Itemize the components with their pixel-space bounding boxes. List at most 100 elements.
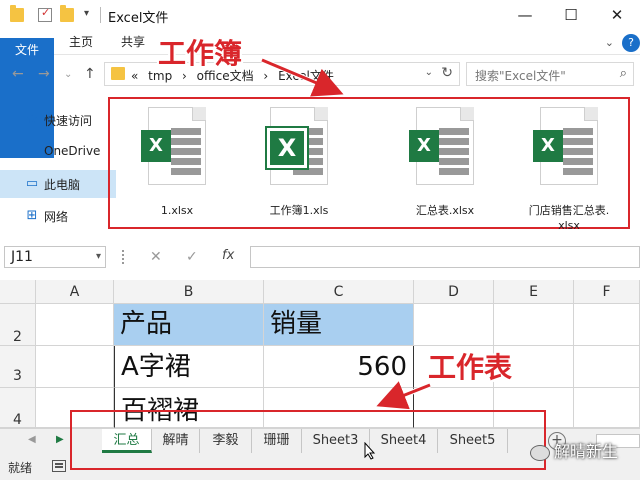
mouse-cursor-icon <box>364 442 376 460</box>
file-item[interactable]: X 1.xlsx <box>118 107 236 227</box>
worksheet-annotation: 工作表 <box>428 351 513 384</box>
folder-icon <box>10 5 24 22</box>
cell-a3[interactable] <box>36 346 114 388</box>
window-title: Excel文件 <box>108 11 169 26</box>
watermark: 解晴新生 <box>530 438 638 468</box>
cell-d2[interactable] <box>414 304 494 346</box>
tab-home[interactable]: 主页 <box>62 30 100 55</box>
forward-icon[interactable]: → <box>38 66 50 82</box>
column-header-f[interactable]: F <box>574 280 640 304</box>
address-row: ← → ⌄ ↑ « tmp › office文档 › Excel文件 ⌄ ↻ 搜… <box>0 58 640 90</box>
search-input[interactable]: 搜索"Excel文件" ⌕ <box>466 62 634 86</box>
nav-item-network[interactable]: ⊞ 网络 <box>0 202 116 230</box>
nav-item-quick-access[interactable]: ★ 快速访问 <box>0 106 116 134</box>
file-list: X 1.xlsx X 工作簿1.xls X 汇总表.xlsx X 门店销售汇总表… <box>108 97 630 232</box>
workbook-annotation: 工作簿 <box>158 37 243 70</box>
cell-a2[interactable] <box>36 304 114 346</box>
scroll-tabs-left-icon[interactable]: ◀ <box>28 434 36 445</box>
back-icon[interactable]: ← <box>12 66 24 82</box>
maximize-button[interactable]: ☐ <box>548 0 594 30</box>
search-icon[interactable]: ⌕ <box>620 66 627 81</box>
nav-item-this-pc[interactable]: ▭ 此电脑 <box>0 170 116 198</box>
cancel-icon[interactable]: ✕ <box>150 249 162 265</box>
search-placeholder: 搜索"Excel文件" <box>475 69 566 83</box>
sheet-tabs-highlight <box>70 410 546 470</box>
cell-f4[interactable] <box>574 388 640 428</box>
quick-access-dropdown-icon[interactable]: ▾ <box>84 8 89 19</box>
column-header-b[interactable]: B <box>114 280 264 304</box>
breadcrumb-separator: › <box>263 69 269 83</box>
cell-b2[interactable]: 产品 <box>114 304 264 346</box>
chevron-down-icon[interactable]: ▾ <box>96 247 101 267</box>
cell-c2[interactable]: 销量 <box>264 304 414 346</box>
watermark-text: 解晴新生 <box>554 442 619 461</box>
nav-item-onedrive[interactable]: ☁ OneDrive <box>0 138 116 166</box>
insert-function-icon[interactable]: fx <box>222 248 234 263</box>
cloud-icon: ☁ <box>25 144 39 160</box>
breadcrumb-overflow[interactable]: « <box>131 69 138 83</box>
cell-e2[interactable] <box>494 304 574 346</box>
nav-item-label: 快速访问 <box>44 114 93 128</box>
nav-item-label: 网络 <box>44 210 69 224</box>
refresh-icon[interactable]: ↻ <box>441 65 453 81</box>
name-box-value: J11 <box>11 249 33 265</box>
file-name: 门店销售汇总表. xlsx <box>510 203 628 233</box>
address-dropdown-icon[interactable]: ⌄ <box>425 67 433 78</box>
breadcrumb-item-excel[interactable]: Excel文件 <box>278 69 334 83</box>
recent-dropdown-icon[interactable]: ⌄ <box>64 69 72 80</box>
file-name-line1: 门店销售汇总表. <box>528 204 610 217</box>
network-icon: ⊞ <box>26 208 38 223</box>
excel-xls-icon: X <box>265 107 328 185</box>
computer-icon: ▭ <box>25 176 39 191</box>
folder-icon <box>111 67 125 80</box>
close-button[interactable]: ✕ <box>594 0 640 30</box>
star-icon: ★ <box>26 112 38 127</box>
cell-f2[interactable] <box>574 304 640 346</box>
column-header-c[interactable]: C <box>264 280 414 304</box>
row-header-2[interactable]: 2 <box>0 304 36 346</box>
title-bar: ▾ Excel文件 — ☐ ✕ <box>0 0 640 30</box>
new-folder-icon[interactable] <box>60 5 74 22</box>
formula-input[interactable] <box>250 246 640 268</box>
cell-f3[interactable] <box>574 346 640 388</box>
tab-share[interactable]: 共享 <box>114 30 152 55</box>
resize-handle[interactable] <box>122 250 125 264</box>
row-header-3[interactable]: 3 <box>0 346 36 388</box>
cell-c3[interactable]: 560 <box>264 346 414 388</box>
nav-item-label: OneDrive <box>44 144 101 158</box>
navigation-pane: ★ 快速访问 ☁ OneDrive ▭ 此电脑 ⊞ 网络 <box>0 100 116 236</box>
macro-record-icon[interactable] <box>52 460 66 472</box>
up-icon[interactable]: ↑ <box>84 66 96 82</box>
cell-b3[interactable]: A字裙 <box>114 346 264 388</box>
file-item[interactable]: X 汇总表.xlsx <box>386 107 504 227</box>
file-item[interactable]: X 工作簿1.xls <box>240 107 358 227</box>
excel-xlsx-icon: X <box>533 107 598 185</box>
column-header-d[interactable]: D <box>414 280 494 304</box>
properties-icon[interactable] <box>38 6 52 22</box>
row-header-4[interactable]: 4 <box>0 388 36 428</box>
select-all-corner[interactable] <box>0 280 36 304</box>
scroll-tabs-right-icon[interactable]: ▶ <box>56 434 64 445</box>
column-header-e[interactable]: E <box>494 280 574 304</box>
file-explorer-window: ▾ Excel文件 — ☐ ✕ 文件 主页 共享 ⌄ ? ← → ⌄ ↑ « t… <box>0 0 640 238</box>
file-name: 工作簿1.xls <box>269 204 329 217</box>
status-text: 就绪 <box>8 461 33 475</box>
nav-item-label: 此电脑 <box>44 178 81 192</box>
ribbon-expand-icon[interactable]: ⌄ <box>605 36 614 49</box>
minimize-button[interactable]: — <box>502 0 548 30</box>
excel-xlsx-icon: X <box>141 107 206 185</box>
file-name: 1.xlsx <box>160 204 194 217</box>
ribbon-tabs: 文件 主页 共享 ⌄ ? <box>0 30 640 158</box>
worksheet-grid: A B C D E F 2 3 4 产品 销量 A字裙 560 百褶裙 <box>0 280 640 428</box>
column-header-a[interactable]: A <box>36 280 114 304</box>
file-item[interactable]: X 门店销售汇总表. xlsx <box>510 107 628 232</box>
wechat-icon <box>530 444 550 461</box>
file-name-line2: xlsx <box>558 219 580 232</box>
title-separator <box>100 7 101 23</box>
formula-bar: J11 ▾ ✕ ✓ fx <box>0 242 640 272</box>
enter-icon[interactable]: ✓ <box>186 249 198 265</box>
help-icon[interactable]: ? <box>622 34 640 52</box>
excel-xlsx-icon: X <box>409 107 474 185</box>
name-box[interactable]: J11 ▾ <box>4 246 106 268</box>
file-name: 汇总表.xlsx <box>415 204 475 217</box>
